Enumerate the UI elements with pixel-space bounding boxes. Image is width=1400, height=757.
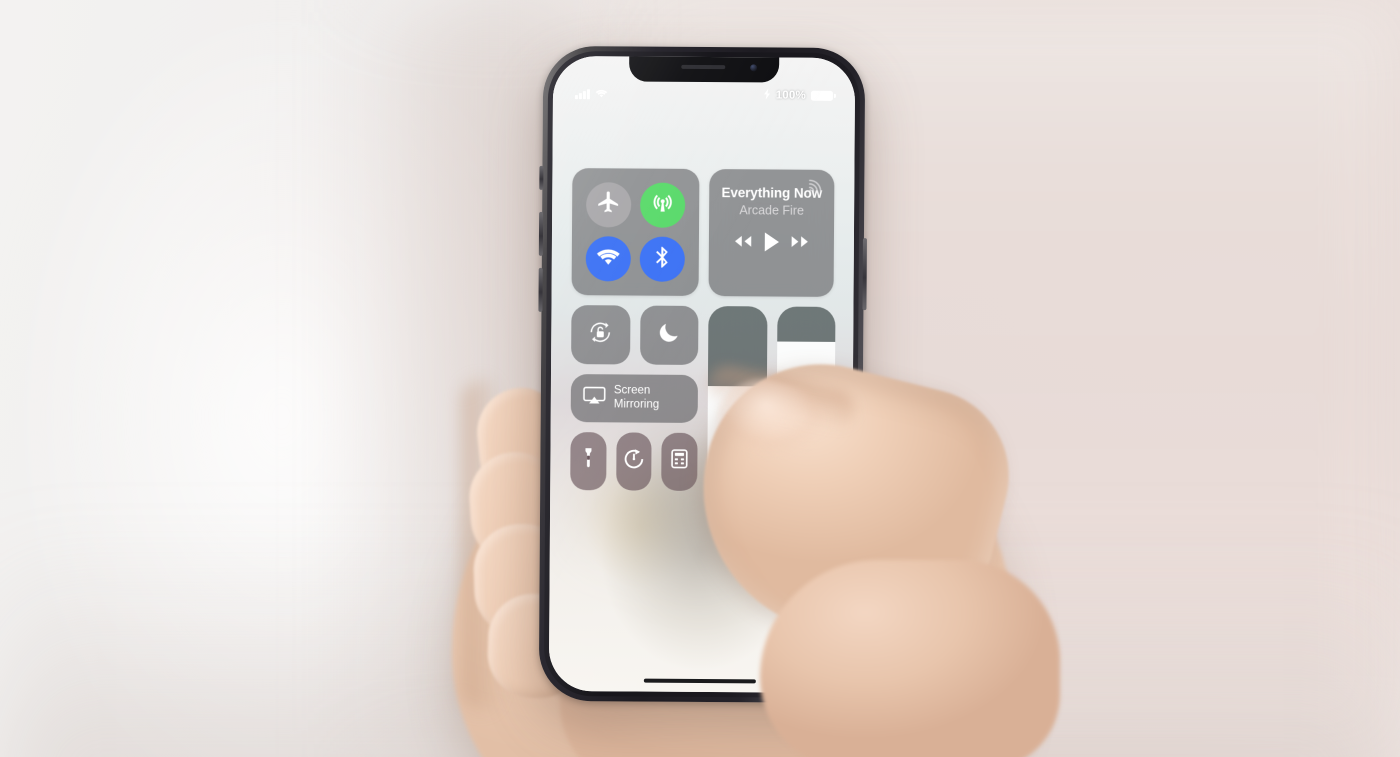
screenshot-stage: 100% Everything Now Arcade Fire Screen M…: [0, 0, 1400, 757]
thumb-base: [760, 560, 1060, 757]
thumb-on-screen: [0, 0, 1400, 757]
